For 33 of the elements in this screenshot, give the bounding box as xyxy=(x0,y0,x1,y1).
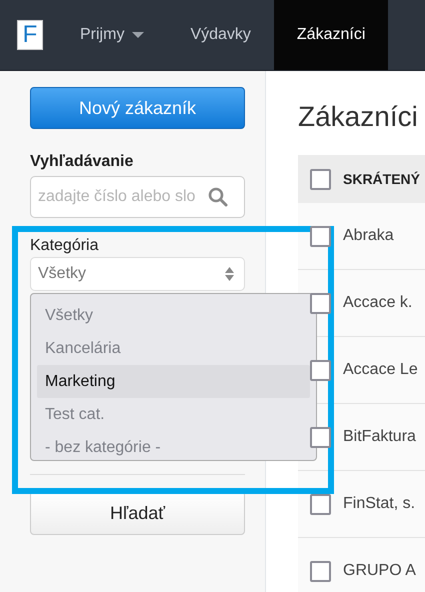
category-select[interactable]: Všetky xyxy=(30,257,245,291)
table-cell: Abraka xyxy=(343,227,394,245)
new-customer-button[interactable]: Nový zákazník xyxy=(30,87,245,129)
logo[interactable]: F xyxy=(17,20,43,50)
dropdown-option[interactable]: Test cat. xyxy=(37,398,310,431)
search-button[interactable]: Hľadať xyxy=(30,491,245,535)
checkbox[interactable] xyxy=(310,560,331,582)
checkbox[interactable] xyxy=(310,494,331,514)
checkbox[interactable] xyxy=(310,360,331,380)
search-field[interactable]: zadajte číslo alebo slo xyxy=(30,176,245,218)
dropdown-option[interactable]: Kancelária xyxy=(37,332,310,365)
table-cell: Accace Le xyxy=(343,361,418,379)
dropdown-option[interactable]: - bez kategórie - xyxy=(37,431,310,464)
table-cell: Accace k. xyxy=(343,294,412,312)
table-cell: BitFaktura xyxy=(343,428,416,446)
checkbox[interactable] xyxy=(310,426,331,448)
sort-arrows-icon xyxy=(225,266,234,282)
search-icon xyxy=(208,187,228,207)
search-label: Vyhľadávanie xyxy=(30,153,134,171)
nav-tab[interactable]: Prijmy xyxy=(60,0,164,70)
category-label: Kategória xyxy=(30,237,100,255)
table-cell: GRUPO A xyxy=(343,562,416,580)
page-title: Zákazníci xyxy=(298,101,419,133)
checkbox[interactable] xyxy=(310,292,331,314)
dropdown-option[interactable]: Marketing xyxy=(37,365,310,398)
checkbox[interactable] xyxy=(310,226,331,246)
column-header[interactable]: SKRÁTENÝ xyxy=(343,171,420,187)
table-cell: FinStat, s. xyxy=(343,495,416,513)
nav-tab[interactable]: Zákazníci xyxy=(274,0,388,70)
checkbox[interactable] xyxy=(310,168,331,190)
search-input[interactable]: zadajte číslo alebo slo xyxy=(38,188,208,206)
dropdown-option[interactable]: Všetky xyxy=(37,299,310,332)
nav-tab[interactable]: Výdavky xyxy=(170,0,271,70)
